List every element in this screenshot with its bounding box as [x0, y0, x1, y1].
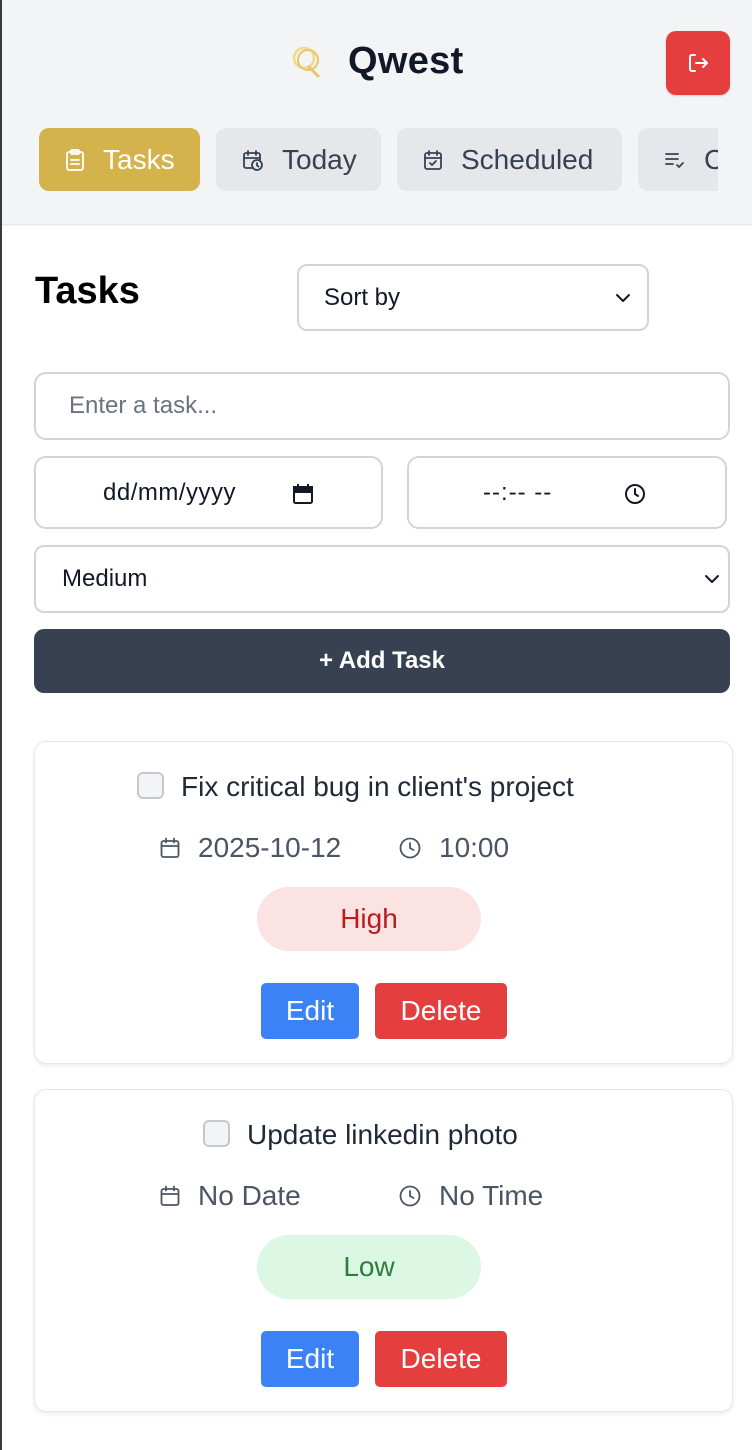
brand: Qwest: [290, 36, 464, 86]
task-card: Fix critical bug in client's project 202…: [34, 741, 733, 1064]
task-checkbox[interactable]: [137, 772, 164, 799]
sort-select-value: Sort by: [324, 283, 401, 311]
tab-today[interactable]: Today: [216, 128, 381, 191]
clock-icon: [399, 837, 421, 859]
calendar-icon: [160, 1185, 180, 1206]
qwest-logo-icon: [292, 46, 320, 78]
calendar-icon: [160, 837, 180, 858]
task-time: No Time: [399, 1180, 543, 1212]
clipboard-icon: [66, 148, 84, 171]
priority-select[interactable]: Medium: [34, 545, 730, 613]
priority-badge: Low: [257, 1235, 481, 1299]
page-title: Tasks: [35, 270, 140, 312]
tab-completed-label: Completed: [704, 143, 718, 175]
app-header: Qwest Tasks Today Scheduled C: [2, 0, 752, 225]
tab-scheduled[interactable]: Scheduled: [397, 128, 622, 191]
chevron-down-icon: [705, 575, 719, 583]
logout-button[interactable]: [666, 31, 730, 95]
add-task-button[interactable]: + Add Task: [34, 629, 730, 693]
delete-button[interactable]: Delete: [375, 1331, 507, 1387]
task-checkbox[interactable]: [203, 1120, 230, 1147]
date-input-value: dd/mm/yyyy: [103, 478, 237, 506]
calendar-clock-icon: [243, 149, 263, 171]
task-date-value: No Date: [198, 1180, 301, 1211]
tab-bar: Tasks Today Scheduled Complet: [37, 128, 718, 192]
date-input[interactable]: dd/mm/yyyy: [34, 456, 383, 529]
edit-button[interactable]: Edit: [261, 983, 359, 1039]
task-input-placeholder: Enter a task...: [69, 392, 218, 419]
tab-tasks[interactable]: Tasks: [39, 128, 200, 191]
task-input[interactable]: Enter a task...: [34, 372, 730, 440]
calendar-check-icon: [424, 149, 442, 170]
list-check-icon: [665, 152, 684, 168]
task-time-value: 10:00: [439, 832, 510, 863]
task-time: 10:00: [399, 832, 509, 864]
logout-icon: [689, 54, 708, 72]
priority-select-value: Medium: [62, 565, 148, 592]
task-card: Update linkedin photo No Date No Time Lo…: [34, 1089, 733, 1412]
clock-icon: [399, 1185, 421, 1207]
edit-button[interactable]: Edit: [261, 1331, 359, 1387]
tab-today-label: Today: [282, 143, 357, 175]
task-title: Update linkedin photo: [247, 1119, 518, 1150]
calendar-icon[interactable]: [292, 483, 314, 505]
task-date: No Date: [160, 1180, 301, 1212]
tab-tasks-label: Tasks: [103, 143, 175, 175]
priority-badge: High: [257, 887, 481, 951]
delete-button[interactable]: Delete: [375, 983, 507, 1039]
clock-icon[interactable]: [624, 483, 646, 505]
tab-scheduled-label: Scheduled: [461, 143, 594, 175]
chevron-down-icon: [616, 293, 630, 302]
task-date: 2025-10-12: [160, 832, 341, 864]
app-title: Qwest: [348, 39, 464, 82]
task-time-value: No Time: [439, 1180, 544, 1211]
tab-completed[interactable]: Completed: [638, 128, 718, 191]
time-input[interactable]: --:-- --: [407, 456, 727, 529]
task-date-value: 2025-10-12: [198, 832, 342, 863]
task-title: Fix critical bug in client's project: [181, 771, 574, 802]
sort-select[interactable]: Sort by: [297, 264, 649, 331]
time-input-value: --:-- --: [483, 478, 553, 506]
